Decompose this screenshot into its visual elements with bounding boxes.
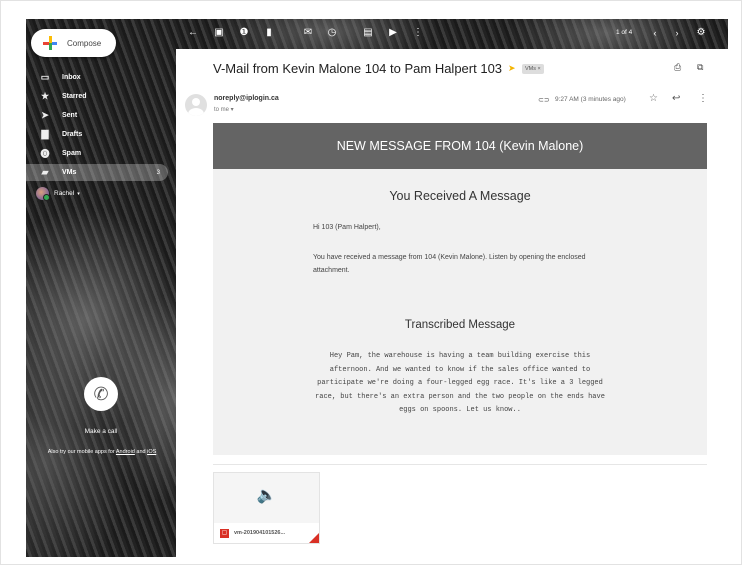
attachment-footer: ▢ vm-201904101526... xyxy=(214,523,319,543)
mark-unread-icon[interactable]: ✉ xyxy=(301,26,315,40)
send-icon: ➤ xyxy=(41,110,49,120)
move-to-icon[interactable]: ▤ xyxy=(361,26,375,40)
more-vert-icon[interactable]: ⋮ xyxy=(698,93,708,104)
print-icon[interactable]: ⎙ xyxy=(674,62,681,73)
avatar xyxy=(36,187,50,201)
draft-icon: ▇ xyxy=(41,129,49,139)
star-icon: ★ xyxy=(40,91,50,101)
phone-icon[interactable]: ✆ xyxy=(84,377,118,411)
divider xyxy=(213,464,707,465)
spam-icon: ⓿ xyxy=(40,149,50,159)
apps-text-and: and xyxy=(134,449,148,455)
plus-icon xyxy=(43,36,57,50)
sidebar-item-label: VMs xyxy=(62,169,77,176)
open-new-window-icon[interactable]: ⧉ xyxy=(697,62,703,73)
sidebar-item-label: Inbox xyxy=(62,74,81,81)
greeting-text: Hi 103 (Pam Halpert), xyxy=(313,224,381,231)
ios-link[interactable]: iOS xyxy=(147,449,156,455)
chevron-right-icon[interactable]: › xyxy=(670,26,684,40)
attachment-filename: vm-201904101526... xyxy=(234,530,286,536)
email-header-banner: NEW MESSAGE FROM 104 (Kevin Malone) xyxy=(213,123,707,169)
sidebar-item-sent[interactable]: ➤ Sent xyxy=(26,107,168,124)
snooze-icon[interactable]: ◷ xyxy=(325,26,339,40)
important-marker-icon[interactable]: ➤ xyxy=(508,63,516,74)
label-chip[interactable]: VMs × xyxy=(522,64,544,74)
corner-fold xyxy=(309,533,319,543)
label-as-icon[interactable]: ▶ xyxy=(386,26,400,40)
email-timestamp: 9:27 AM (3 minutes ago) xyxy=(555,96,626,103)
gmail-window: Compose ▭ Inbox ★ Starred ➤ Sent ▇ Draft… xyxy=(26,19,728,557)
sender-avatar xyxy=(185,94,207,116)
received-heading: You Received A Message xyxy=(389,189,531,203)
attachment-icon: ⊂⊃ xyxy=(538,97,550,104)
sidebar-item-inbox[interactable]: ▭ Inbox xyxy=(26,69,168,86)
sidebar-item-drafts[interactable]: ▇ Drafts xyxy=(26,126,168,143)
star-outline-icon[interactable]: ☆ xyxy=(649,93,658,104)
archive-icon[interactable]: ▣ xyxy=(212,26,226,40)
android-link[interactable]: Android xyxy=(116,449,135,455)
make-call-label: Make a call xyxy=(84,428,118,435)
mobile-apps-note: Also try our mobile apps for Android and… xyxy=(41,449,163,456)
inbox-icon: ▭ xyxy=(40,72,50,82)
recipient-details[interactable]: to me ▾ xyxy=(214,106,234,113)
back-arrow-icon[interactable]: ← xyxy=(186,26,200,40)
more-vert-icon[interactable]: ⋮ xyxy=(411,26,425,40)
sidebar-item-label: Spam xyxy=(62,150,82,157)
compose-label: Compose xyxy=(67,38,102,48)
sidebar-item-label: Drafts xyxy=(62,131,83,138)
chevron-down-icon: ▾ xyxy=(77,190,80,197)
sender-address[interactable]: noreply@iplogin.ca xyxy=(214,95,279,102)
file-type-icon: ▢ xyxy=(220,528,229,538)
report-spam-icon[interactable]: ❶ xyxy=(237,26,251,40)
compose-button[interactable]: Compose xyxy=(31,29,116,57)
transcribed-text: Hey Pam, the warehouse is having a team … xyxy=(315,352,605,414)
message-view: V-Mail from Kevin Malone 104 to Pam Halp… xyxy=(176,49,728,557)
label-icon: ▰ xyxy=(41,167,49,177)
speaker-icon: 🔈 xyxy=(256,487,277,504)
sidebar-item-vms[interactable]: ▰ VMs 3 xyxy=(26,164,168,181)
attachment-card[interactable]: 🔈 ▢ vm-201904101526... xyxy=(213,472,320,544)
delete-icon[interactable]: ▮ xyxy=(262,26,276,40)
screenshot-frame: Compose ▭ Inbox ★ Starred ➤ Sent ▇ Draft… xyxy=(0,0,742,565)
user-name: Rachel xyxy=(54,190,75,197)
sidebar-item-starred[interactable]: ★ Starred xyxy=(26,88,168,105)
chevron-left-icon[interactable]: ‹ xyxy=(648,26,662,40)
reply-icon[interactable]: ↩ xyxy=(672,93,680,104)
email-subject: V-Mail from Kevin Malone 104 to Pam Halp… xyxy=(213,61,503,76)
received-text: You have received a message from 104 (Ke… xyxy=(313,254,586,274)
transcribed-heading: Transcribed Message xyxy=(404,319,516,331)
sidebar-item-label: Sent xyxy=(62,112,78,119)
sidebar-item-label: Starred xyxy=(62,93,87,100)
email-body: You Received A Message Hi 103 (Pam Halpe… xyxy=(213,169,707,455)
hangouts-user[interactable]: Rachel ▾ xyxy=(36,187,80,201)
sidebar-item-spam[interactable]: ⓿ Spam xyxy=(26,145,168,162)
unread-count: 3 xyxy=(156,169,160,176)
apps-text: Also try our mobile apps for xyxy=(47,449,116,455)
gear-icon[interactable]: ⚙ xyxy=(694,26,708,40)
pagination-count: 1 of 4 xyxy=(616,29,633,36)
